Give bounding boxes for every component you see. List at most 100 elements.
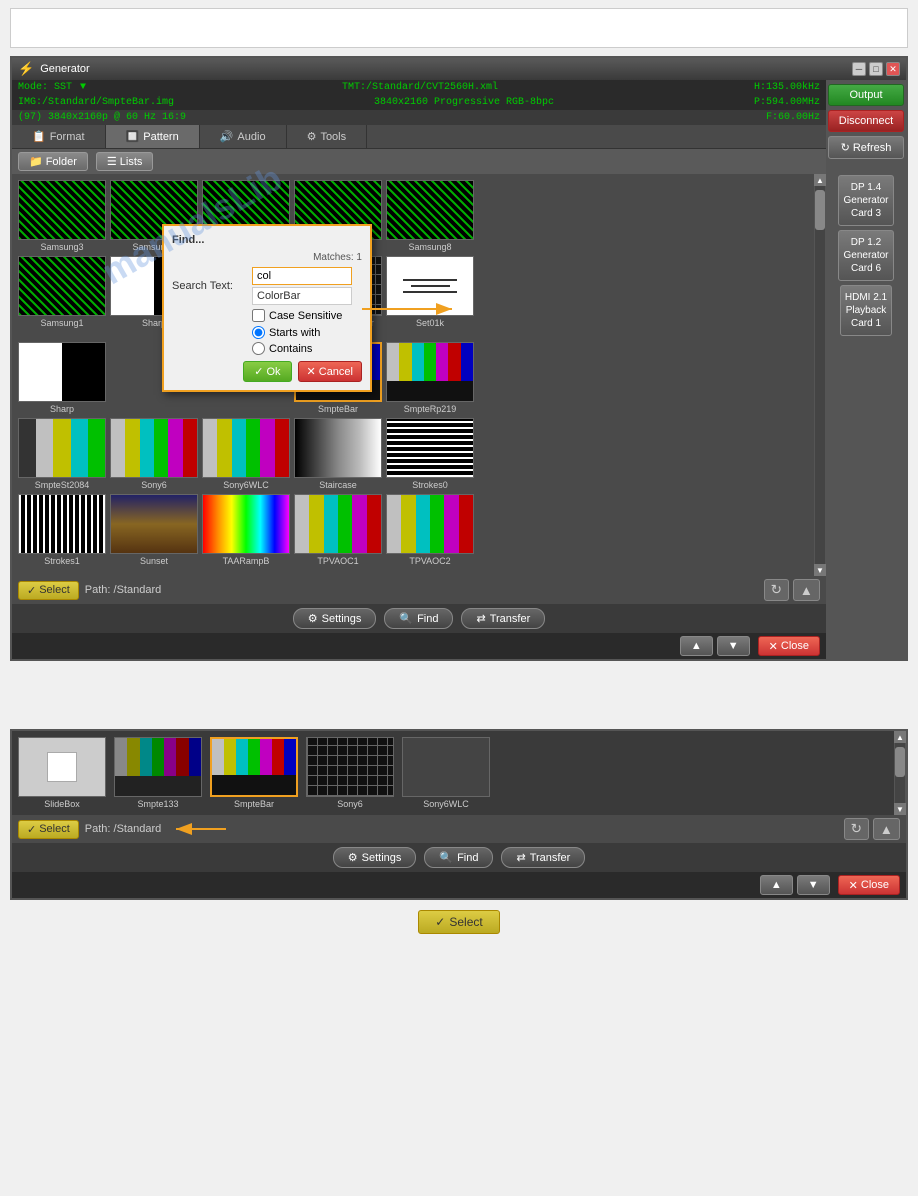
x-icon: ✕: [307, 365, 316, 378]
search-text-label: Search Text:: [172, 280, 252, 292]
case-sensitive-row: Case Sensitive: [252, 309, 362, 322]
list-item[interactable]: SlideBox: [18, 737, 106, 809]
second-arrow: [171, 819, 231, 839]
contains-radio[interactable]: [252, 342, 265, 355]
find-dialog-buttons: ✓ Ok ✕ Cancel: [172, 361, 362, 382]
scroll-down[interactable]: ▼: [814, 564, 826, 576]
smptebar-item-2[interactable]: SmpteBar: [210, 737, 298, 809]
scroll-up[interactable]: ▲: [814, 174, 826, 186]
sidebar-dp12[interactable]: DP 1.2GeneratorCard 6: [838, 230, 893, 281]
resolution-label: (97) 3840x2160p @ 60 Hz 16:9: [18, 112, 186, 123]
list-item[interactable]: Samsung3: [18, 180, 106, 252]
find-dialog: Find... Matches: 1 Search Text: ColorBar…: [162, 224, 372, 392]
standalone-select-button[interactable]: ✓ Select: [418, 910, 499, 934]
second-up-dn-btns: ▲ ▼: [760, 875, 830, 895]
output-button[interactable]: Output: [828, 84, 904, 106]
select-button[interactable]: ✓ Select: [18, 581, 79, 600]
sidebar-hdmi21[interactable]: HDMI 2.1PlaybackCard 1: [840, 285, 892, 336]
freq-h: H:135.00kHz: [754, 82, 820, 93]
tab-pattern[interactable]: 🔲 Pattern: [106, 125, 200, 148]
main-layout: Mode: SST ▼ TMT:/Standard/CVT2560H.xml H…: [12, 80, 906, 659]
path-label: Path: /Standard: [85, 584, 161, 596]
tmt-file: TMT:/Standard/CVT2560H.xml: [86, 82, 754, 93]
minimize-button[interactable]: ─: [852, 62, 866, 76]
vertical-scrollbar[interactable]: ▲ ▼: [814, 174, 826, 576]
list-item[interactable]: TPVAOC1: [294, 494, 382, 566]
list-item[interactable]: Sony6WLC: [402, 737, 490, 809]
sidebar-dp14[interactable]: DP 1.4GeneratorCard 3: [838, 175, 893, 226]
list-item[interactable]: Sharp: [18, 342, 106, 414]
second-path-label: Path: /Standard: [85, 823, 161, 835]
find-ok-button[interactable]: ✓ Ok: [243, 361, 291, 382]
folder-button[interactable]: 📁 Folder: [18, 152, 88, 171]
find-cancel-button[interactable]: ✕ Cancel: [298, 361, 362, 382]
second-up-button[interactable]: ▲: [760, 875, 793, 895]
second-settings-button[interactable]: ⚙ Settings: [333, 847, 417, 868]
pattern-grid: manualsLib Samsung3 Samsung4 Samsung5: [12, 174, 826, 576]
disconnect-button[interactable]: Disconnect: [828, 110, 904, 132]
transfer-icon: ⇄: [476, 612, 485, 625]
list-item[interactable]: Samsung1: [18, 256, 106, 338]
second-transfer-button[interactable]: ⇄ Transfer: [501, 847, 585, 868]
close-main-button[interactable]: ✕ Close: [758, 636, 820, 656]
refresh-button[interactable]: ↻ Refresh: [828, 136, 904, 159]
tab-format[interactable]: 📋 Format: [12, 125, 106, 148]
tab-bar: 📋 Format 🔲 Pattern 🔊 Audio ⚙ Tools: [12, 125, 826, 149]
info-bar: Mode: SST ▼ TMT:/Standard/CVT2560H.xml H…: [12, 80, 826, 95]
second-scroll-track: [895, 743, 905, 803]
up-dn-btns: ▲ ▼: [680, 636, 750, 656]
list-item[interactable]: Sony6: [306, 737, 394, 809]
search-input[interactable]: [252, 267, 352, 285]
case-sensitive-checkbox[interactable]: [252, 309, 265, 322]
second-refresh-icon[interactable]: ↻: [844, 818, 869, 840]
starts-with-radio[interactable]: [252, 326, 265, 339]
list-item[interactable]: SmpteSt2084: [18, 418, 106, 490]
second-action-bar: ⚙ Settings 🔍 Find ⇄ Transfer: [12, 843, 906, 872]
lists-icon: ☰: [107, 155, 117, 168]
list-item[interactable]: TAARampB: [202, 494, 290, 566]
second-nav-up[interactable]: ▲: [873, 818, 900, 840]
list-item[interactable]: SmpteRp219: [386, 342, 474, 414]
close-icon: ✕: [769, 640, 778, 653]
refresh-icon: ↻: [841, 141, 850, 154]
list-item[interactable]: TPVAOC2: [386, 494, 474, 566]
second-select-button[interactable]: ✓ Select: [18, 820, 79, 839]
nav-up-button[interactable]: ▲: [793, 579, 820, 601]
lists-button[interactable]: ☰ Lists: [96, 152, 154, 171]
refresh-icon-button[interactable]: ↻: [764, 579, 789, 601]
second-close-button[interactable]: ✕ Close: [838, 875, 900, 895]
window-titlebar: ⚡ Generator ─ □ ✕: [12, 58, 906, 80]
pattern-icon: 🔲: [126, 130, 140, 143]
maximize-button[interactable]: □: [869, 62, 883, 76]
down-button[interactable]: ▼: [717, 636, 750, 656]
transfer-button[interactable]: ⇄ Transfer: [461, 608, 545, 629]
folder-bar: 📁 Folder ☰ Lists: [12, 149, 826, 174]
list-item[interactable]: Samsung8: [386, 180, 474, 252]
second-scroll-down[interactable]: ▼: [894, 803, 906, 815]
second-status-bar: ✓ Select Path: /Standard ↻ ▲: [12, 815, 906, 843]
list-item[interactable]: Strokes1: [18, 494, 106, 566]
close-button[interactable]: ✕: [886, 62, 900, 76]
list-item[interactable]: Sony6WLC: [202, 418, 290, 490]
second-scroll-thumb[interactable]: [895, 747, 905, 777]
second-scrollbar[interactable]: ▲ ▼: [894, 731, 906, 815]
list-item[interactable]: Sony6: [110, 418, 198, 490]
list-item[interactable]: Sunset: [110, 494, 198, 566]
mode-label: Mode: SST: [18, 82, 72, 93]
second-scroll-up[interactable]: ▲: [894, 731, 906, 743]
settings-button[interactable]: ⚙ Settings: [293, 608, 377, 629]
pattern-row-4: SmpteSt2084: [18, 418, 820, 490]
scroll-thumb[interactable]: [815, 190, 825, 230]
contains-label: Contains: [269, 343, 312, 355]
list-item[interactable]: Strokes0: [386, 418, 474, 490]
find-button[interactable]: 🔍 Find: [384, 608, 453, 629]
arrow-overlay: [352, 289, 482, 329]
list-item[interactable]: Smpte133: [114, 737, 202, 809]
second-down-button[interactable]: ▼: [797, 875, 830, 895]
tab-tools[interactable]: ⚙ Tools: [287, 125, 368, 148]
second-find-button[interactable]: 🔍 Find: [424, 847, 493, 868]
staircase-item[interactable]: Staircase: [294, 418, 382, 490]
up-button[interactable]: ▲: [680, 636, 713, 656]
pattern-row-3: Sharp: [18, 342, 820, 414]
tab-audio[interactable]: 🔊 Audio: [200, 125, 287, 148]
